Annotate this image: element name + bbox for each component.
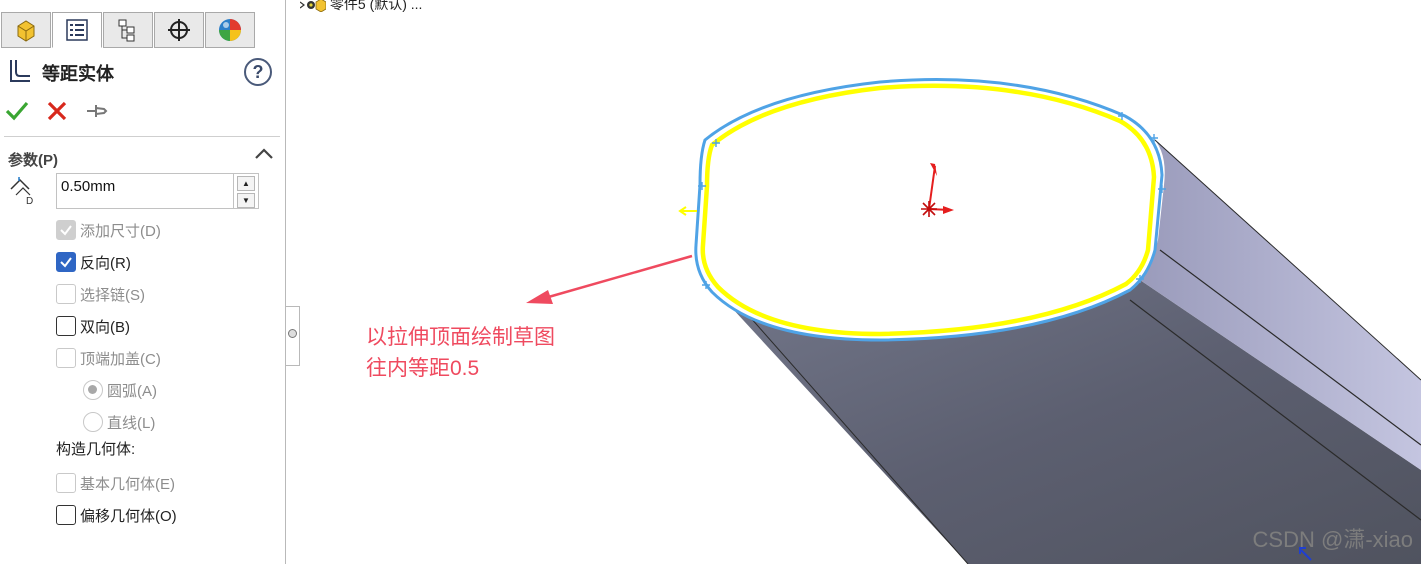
tab-feature-manager[interactable] [1, 12, 51, 48]
offset-geometry-option: 偏移几何体(O) [56, 504, 276, 526]
tab-property-manager[interactable] [52, 12, 102, 48]
tab-display-manager[interactable] [205, 12, 255, 48]
annotation-line-2: 往内等距0.5 [366, 357, 480, 380]
reverse-label: 反向(R) [80, 255, 131, 272]
annotation-line-1: 以拉伸顶面绘制草图 [366, 326, 555, 349]
offset-geometry-checkbox[interactable] [56, 505, 76, 525]
property-manager-icon [66, 19, 88, 41]
cap-ends-option: 顶端加盖(C) [56, 347, 276, 369]
check-mark-icon [60, 257, 72, 268]
pushpin-icon[interactable] [84, 98, 110, 124]
check-mark-icon [60, 225, 72, 236]
add-dimension-label: 添加尺寸(D) [80, 223, 161, 240]
graphics-viewport[interactable] [287, 0, 1421, 564]
appearance-ball-icon [219, 19, 241, 41]
crosshair-icon [168, 19, 190, 41]
offset-distance-input[interactable] [56, 173, 234, 209]
page-title: 等距实体 [42, 64, 114, 84]
distance-spinner: ▲ ▼ [234, 173, 259, 209]
section-title: 参数(P) [8, 152, 58, 169]
reverse-checkbox[interactable] [56, 252, 76, 272]
select-chain-checkbox[interactable] [56, 284, 76, 304]
tab-configuration-manager[interactable] [103, 12, 153, 48]
spin-up-button[interactable]: ▲ [237, 176, 255, 191]
help-icon[interactable]: ? [244, 58, 272, 86]
svg-text:D: D [26, 196, 33, 207]
arc-radio[interactable] [83, 380, 103, 400]
line-radio[interactable] [83, 412, 103, 432]
reverse-option: 反向(R) [56, 251, 276, 273]
spin-down-button[interactable]: ▼ [237, 193, 255, 208]
bidirectional-label: 双向(B) [80, 319, 130, 336]
cap-ends-label: 顶端加盖(C) [80, 351, 161, 368]
manager-tab-bar [0, 8, 286, 48]
add-dimension-checkbox[interactable] [56, 220, 76, 240]
feature-manager-icon [17, 20, 35, 42]
bidirectional-checkbox[interactable] [56, 316, 76, 336]
configuration-manager-icon [118, 19, 135, 42]
offset-entities-icon [10, 60, 30, 82]
property-manager-panel: 等距实体 ? 参数(P) D ▲ ▼ 添加尺寸(D) [0, 0, 286, 564]
arc-label: 圆弧(A) [107, 383, 157, 400]
watermark-text: CSDN @潇-xiao [1252, 527, 1413, 552]
annotation-arrow [526, 254, 693, 304]
offset-distance-icon: D [10, 177, 33, 207]
parameters-section-header[interactable]: 参数(P) [4, 136, 280, 170]
line-option: 直线(L) [83, 411, 283, 433]
line-label: 直线(L) [107, 415, 156, 432]
base-geometry-checkbox[interactable] [56, 473, 76, 493]
arc-option: 圆弧(A) [83, 379, 283, 401]
offset-direction-arrow [678, 206, 697, 216]
action-buttons [4, 98, 124, 124]
add-dimension-option: 添加尺寸(D) [56, 219, 276, 241]
cap-ends-checkbox[interactable] [56, 348, 76, 368]
bidirectional-option: 双向(B) [56, 315, 276, 337]
property-title-row: 等距实体 ? [6, 58, 278, 86]
annotation-text: 以拉伸顶面绘制草图 往内等距0.5 [366, 322, 555, 384]
cancel-x-icon[interactable] [44, 98, 70, 124]
offset-geometry-label: 偏移几何体(O) [80, 508, 177, 525]
construction-geometry-label: 构造几何体: [56, 441, 136, 458]
chevron-up-icon[interactable] [254, 147, 274, 161]
select-chain-label: 选择链(S) [80, 287, 145, 304]
base-geometry-label: 基本几何体(E) [80, 476, 175, 493]
tab-dimxpert-manager[interactable] [154, 12, 204, 48]
ok-check-icon[interactable] [4, 98, 30, 124]
select-chain-option: 选择链(S) [56, 283, 276, 305]
base-geometry-option: 基本几何体(E) [56, 472, 276, 494]
